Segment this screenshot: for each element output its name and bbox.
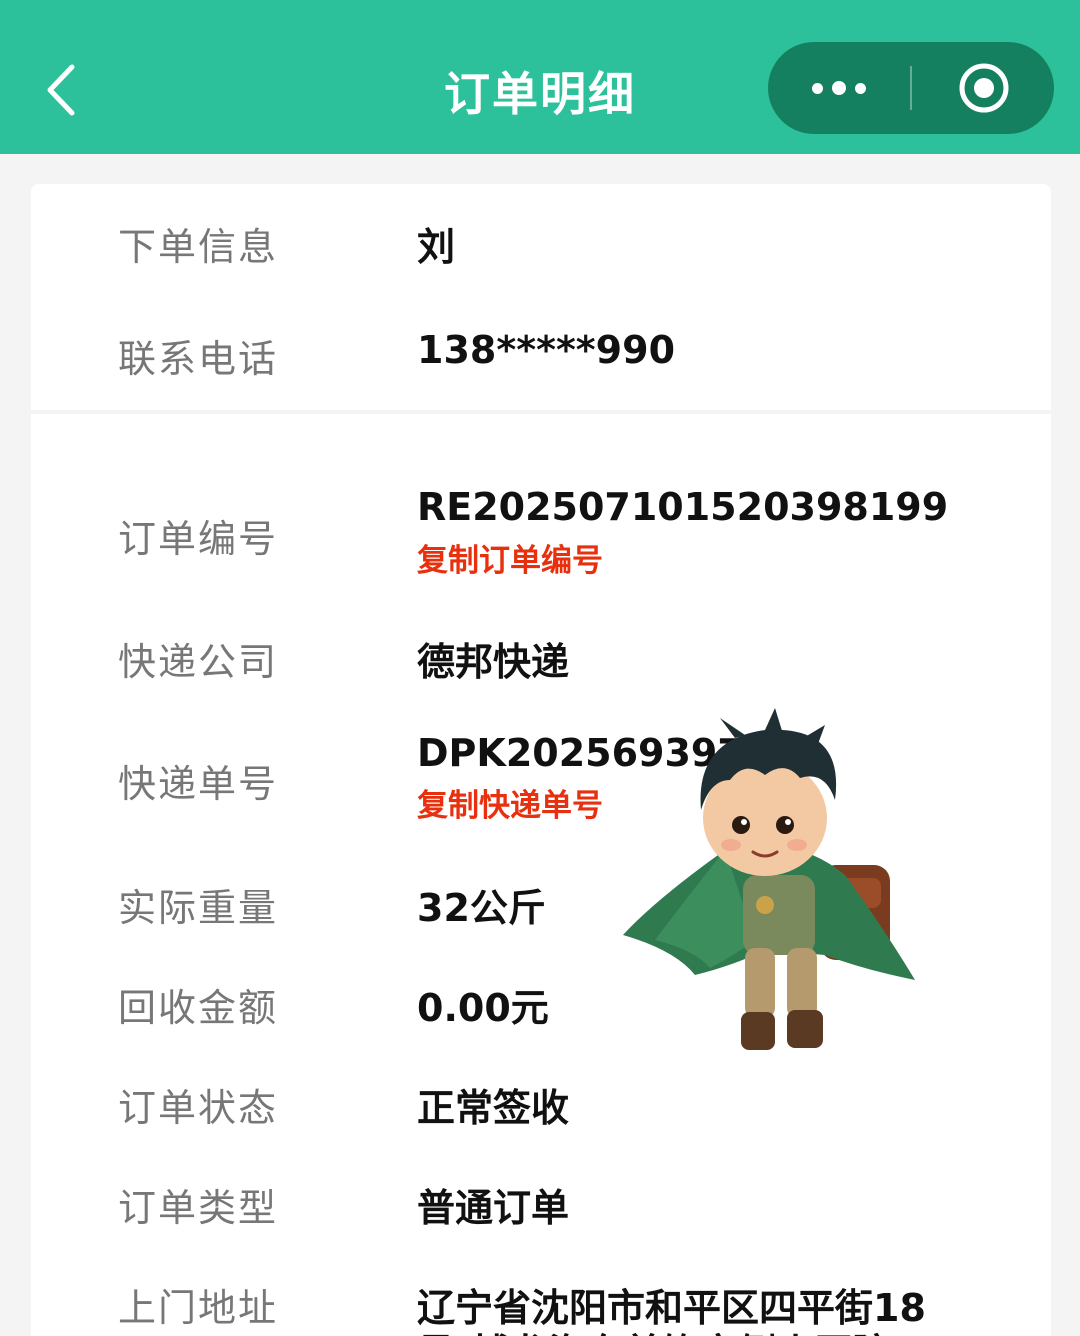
phone-value: 138*****990	[417, 328, 676, 372]
amount-value: 0.00元	[417, 986, 549, 1030]
more-button[interactable]	[768, 42, 910, 134]
name-value: 刘	[417, 225, 456, 269]
address-line2: 号(博龙海东美饰市侧小区院	[417, 1322, 890, 1336]
weight-label: 实际重量	[118, 886, 279, 930]
order-detail-page: 订单明细 下单信息 刘 联系电话 138*****990 订单编号 RE2025…	[0, 0, 1080, 1336]
name-label: 下单信息	[118, 225, 279, 269]
status-value: 正常签收	[417, 1086, 570, 1130]
status-label: 订单状态	[118, 1086, 279, 1130]
mini-program-capsule	[768, 42, 1054, 134]
more-dots-icon	[812, 81, 866, 95]
type-label: 订单类型	[118, 1186, 279, 1230]
cartoon-boy-with-cape-icon	[623, 708, 915, 1050]
courier-value: 德邦快递	[417, 640, 570, 684]
type-value: 普通订单	[417, 1186, 570, 1230]
close-button[interactable]	[958, 62, 1010, 114]
phone-label: 联系电话	[118, 337, 279, 381]
address-label: 上门地址	[118, 1286, 279, 1330]
weight-value: 32公斤	[417, 886, 546, 930]
copy-tracking-button[interactable]: 复制快递单号	[417, 780, 603, 825]
order-no-value: RE2025071015203981​99	[417, 485, 949, 529]
amount-label: 回收金额	[118, 986, 279, 1030]
tracking-label: 快递单号	[118, 762, 279, 806]
courier-label: 快递公司	[118, 640, 279, 684]
nav-header: 订单明细	[0, 0, 1080, 154]
copy-order-no-button[interactable]: 复制订单编号	[417, 535, 603, 580]
capsule-divider	[910, 66, 912, 110]
order-no-label: 订单编号	[118, 517, 279, 561]
target-close-icon	[959, 63, 1009, 113]
